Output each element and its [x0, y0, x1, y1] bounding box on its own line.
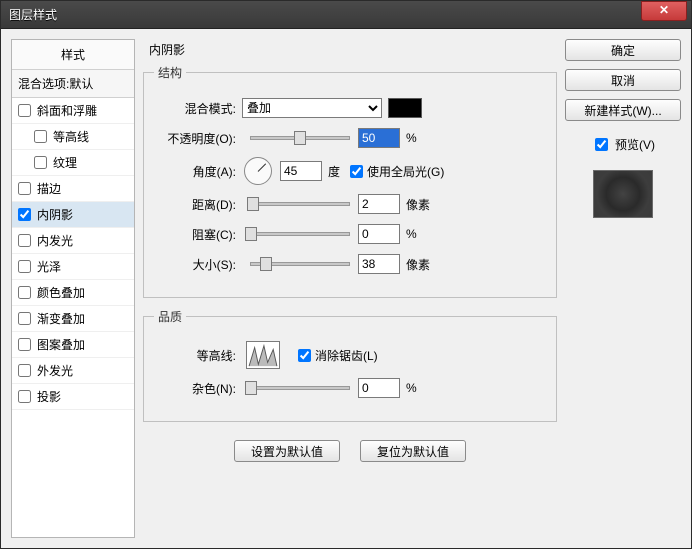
style-item[interactable]: 渐变叠加 [12, 306, 134, 332]
style-item-checkbox[interactable] [18, 104, 31, 117]
distance-unit: 像素 [406, 196, 430, 213]
style-item-checkbox[interactable] [18, 182, 31, 195]
shadow-color-swatch[interactable] [388, 98, 422, 118]
style-item-checkbox[interactable] [34, 156, 47, 169]
new-style-button[interactable]: 新建样式(W)... [565, 99, 681, 121]
style-item-checkbox[interactable] [34, 130, 47, 143]
cancel-button[interactable]: 取消 [565, 69, 681, 91]
style-item-label: 斜面和浮雕 [37, 102, 97, 119]
titlebar[interactable]: 图层样式 ✕ [1, 1, 691, 29]
angle-input[interactable] [280, 161, 322, 181]
style-item-label: 光泽 [37, 258, 61, 275]
window-title: 图层样式 [9, 6, 641, 23]
antialias-label: 消除锯齿(L) [315, 347, 378, 364]
contour-picker[interactable] [246, 341, 280, 369]
size-input[interactable] [358, 254, 400, 274]
style-item-label: 投影 [37, 388, 61, 405]
style-item-checkbox[interactable] [18, 364, 31, 377]
global-light-checkbox[interactable] [350, 165, 363, 178]
style-item[interactable]: 内阴影 [12, 202, 134, 228]
style-item-label: 颜色叠加 [37, 284, 85, 301]
style-item[interactable]: 纹理 [12, 150, 134, 176]
style-item-checkbox[interactable] [18, 390, 31, 403]
style-item-checkbox[interactable] [18, 260, 31, 273]
style-item-label: 纹理 [53, 154, 77, 171]
distance-input[interactable] [358, 194, 400, 214]
antialias-checkbox[interactable] [298, 349, 311, 362]
style-item-label: 等高线 [53, 128, 89, 145]
style-item[interactable]: 图案叠加 [12, 332, 134, 358]
size-slider[interactable] [250, 262, 350, 266]
size-label: 大小(S): [154, 256, 236, 273]
ok-button[interactable]: 确定 [565, 39, 681, 61]
style-item[interactable]: 颜色叠加 [12, 280, 134, 306]
distance-label: 距离(D): [154, 196, 236, 213]
make-default-button[interactable]: 设置为默认值 [234, 440, 340, 462]
style-item-label: 渐变叠加 [37, 310, 85, 327]
style-item-checkbox[interactable] [18, 338, 31, 351]
structure-legend: 结构 [154, 64, 186, 81]
styles-header[interactable]: 样式 [12, 40, 134, 70]
opacity-label: 不透明度(O): [154, 130, 236, 147]
preview-swatch [593, 170, 653, 218]
choke-unit: % [406, 227, 417, 241]
style-item[interactable]: 光泽 [12, 254, 134, 280]
structure-group: 结构 混合模式: 叠加 不透明度(O): % 角度(A): [143, 64, 557, 298]
distance-slider[interactable] [250, 202, 350, 206]
style-item-checkbox[interactable] [18, 234, 31, 247]
blend-mode-select[interactable]: 叠加 [242, 98, 382, 118]
style-item-label: 外发光 [37, 362, 73, 379]
style-item[interactable]: 等高线 [12, 124, 134, 150]
angle-unit: 度 [328, 163, 340, 180]
styles-panel: 样式 混合选项:默认 斜面和浮雕等高线纹理描边内阴影内发光光泽颜色叠加渐变叠加图… [11, 39, 135, 538]
style-item[interactable]: 斜面和浮雕 [12, 98, 134, 124]
blending-options-item[interactable]: 混合选项:默认 [12, 70, 134, 98]
effect-settings-panel: 内阴影 结构 混合模式: 叠加 不透明度(O): % 角度 [143, 39, 557, 538]
contour-label: 等高线: [154, 347, 236, 364]
style-item-checkbox[interactable] [18, 208, 31, 221]
noise-input[interactable] [358, 378, 400, 398]
noise-slider[interactable] [250, 386, 350, 390]
style-item-checkbox[interactable] [18, 312, 31, 325]
angle-label: 角度(A): [154, 163, 236, 180]
effect-title: 内阴影 [143, 39, 557, 64]
quality-group: 品质 等高线: 消除锯齿(L) 杂色(N): % [143, 308, 557, 422]
blend-mode-label: 混合模式: [154, 100, 236, 117]
noise-unit: % [406, 381, 417, 395]
choke-input[interactable] [358, 224, 400, 244]
style-item-label: 描边 [37, 180, 61, 197]
opacity-unit: % [406, 131, 417, 145]
style-item[interactable]: 内发光 [12, 228, 134, 254]
noise-label: 杂色(N): [154, 380, 236, 397]
style-item-label: 内阴影 [37, 206, 73, 223]
choke-label: 阻塞(C): [154, 226, 236, 243]
opacity-slider[interactable] [250, 136, 350, 140]
preview-label: 预览(V) [615, 136, 655, 153]
size-unit: 像素 [406, 256, 430, 273]
style-item[interactable]: 投影 [12, 384, 134, 410]
style-item-checkbox[interactable] [18, 286, 31, 299]
close-button[interactable]: ✕ [641, 1, 687, 21]
opacity-input[interactable] [358, 128, 400, 148]
style-item[interactable]: 描边 [12, 176, 134, 202]
style-item-label: 内发光 [37, 232, 73, 249]
layer-style-dialog: 图层样式 ✕ 样式 混合选项:默认 斜面和浮雕等高线纹理描边内阴影内发光光泽颜色… [0, 0, 692, 549]
quality-legend: 品质 [154, 308, 186, 325]
dialog-right-panel: 确定 取消 新建样式(W)... 预览(V) [565, 39, 681, 538]
choke-slider[interactable] [250, 232, 350, 236]
style-item[interactable]: 外发光 [12, 358, 134, 384]
angle-dial[interactable] [244, 157, 272, 185]
reset-default-button[interactable]: 复位为默认值 [360, 440, 466, 462]
preview-checkbox[interactable] [595, 138, 608, 151]
style-item-label: 图案叠加 [37, 336, 85, 353]
global-light-label: 使用全局光(G) [367, 163, 444, 180]
